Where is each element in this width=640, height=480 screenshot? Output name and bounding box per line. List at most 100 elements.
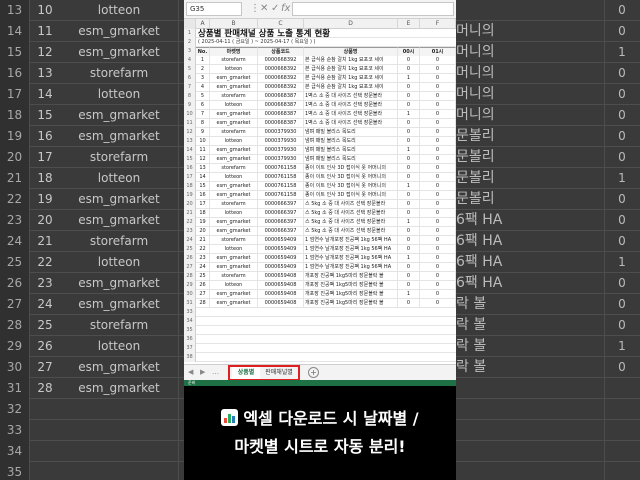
cell-product-code[interactable]: 0000666397 [258, 209, 304, 218]
cell-hour-01[interactable]: 0 [420, 254, 456, 263]
cell-product-name[interactable]: 1벽스 소 중 대 사이즈 선택 장문볼라 [304, 101, 398, 110]
cell-no[interactable]: 6 [196, 101, 210, 110]
cell-product-code[interactable]: 0000761158 [258, 191, 304, 200]
cell-product-name[interactable]: 1 엄연수 날개포장 진공팩 1kg 56팩 HA [304, 263, 398, 272]
cell-no[interactable]: 8 [196, 119, 210, 128]
cell-product-name[interactable]: 스 5kg 소 중 대 사이즈 선택 장문볼라 [304, 218, 398, 227]
cell-hour-01[interactable]: 0 [420, 128, 456, 137]
cell-no[interactable]: 26 [196, 281, 210, 290]
cell-hour-00[interactable]: 1 [398, 146, 420, 155]
cell-no[interactable]: 13 [196, 164, 210, 173]
cell-hour-00[interactable]: 0 [398, 155, 420, 164]
cell-no[interactable]: 1 [196, 56, 210, 65]
cell-market[interactable]: storefarm [210, 164, 258, 173]
cell-hour-01[interactable]: 0 [420, 146, 456, 155]
cell-product-code[interactable]: 0000666397 [258, 218, 304, 227]
cell-no[interactable]: 16 [196, 191, 210, 200]
cell-hour-01[interactable]: 0 [420, 281, 456, 290]
cell-product-code[interactable]: 0000666397 [258, 200, 304, 209]
cell-no[interactable]: 11 [196, 146, 210, 155]
cell-product-name[interactable]: 개포장 진공팩 1kg5마리 장문볼락 볼 [304, 299, 398, 308]
cell-no[interactable]: 24 [196, 263, 210, 272]
cell-product-code[interactable]: 0000668392 [258, 83, 304, 92]
cell-product-code[interactable]: 0000379930 [258, 128, 304, 137]
cell-product-name[interactable]: 1 엄연수 날개포장 진공팩 1kg 56팩 HA [304, 254, 398, 263]
cell-product-code[interactable]: 0000659408 [258, 272, 304, 281]
cell-hour-00[interactable]: 0 [398, 236, 420, 245]
cell-hour-00[interactable]: 0 [398, 101, 420, 110]
cell-hour-00[interactable]: 0 [398, 128, 420, 137]
cell-product-name[interactable]: 본 급식용 순참 갈치 1kg 묘포코 세이 [304, 74, 398, 83]
cell-hour-00[interactable]: 0 [398, 209, 420, 218]
cell-product-code[interactable]: 0000761158 [258, 182, 304, 191]
cell-market[interactable]: esm_gmarket [210, 155, 258, 164]
cell-hour-00[interactable]: 0 [398, 92, 420, 101]
cell-market[interactable]: storefarm [210, 200, 258, 209]
cell-no[interactable]: 20 [196, 227, 210, 236]
cell-market[interactable]: lotteon [210, 101, 258, 110]
cell-hour-00[interactable]: 1 [398, 290, 420, 299]
cell-no[interactable]: 21 [196, 236, 210, 245]
cell-no[interactable]: 4 [196, 83, 210, 92]
column-header[interactable]: A [196, 19, 210, 29]
cell-hour-00[interactable]: 0 [398, 245, 420, 254]
cell-product-code[interactable]: 0000666397 [258, 227, 304, 236]
cell-hour-01[interactable]: 0 [420, 119, 456, 128]
cell-product-name[interactable]: 1벽스 소 중 대 사이즈 선택 장문볼라 [304, 119, 398, 128]
cell-product-code[interactable]: 0000659409 [258, 245, 304, 254]
cell-product-code[interactable]: 0000668392 [258, 56, 304, 65]
cell-hour-00[interactable]: 0 [398, 164, 420, 173]
cell-product-code[interactable]: 0000659408 [258, 290, 304, 299]
cell-product-name[interactable]: 개포장 진공팩 1kg5마리 장문볼락 볼 [304, 281, 398, 290]
column-header[interactable]: B [210, 19, 258, 29]
cell-no[interactable]: 15 [196, 182, 210, 191]
cell-market[interactable]: storefarm [210, 236, 258, 245]
cell-product-name[interactable]: 냄며 패밀 볼리스 목도리 [304, 128, 398, 137]
cell-no[interactable]: 2 [196, 65, 210, 74]
cell-product-name[interactable]: 1벽스 소 중 대 사이즈 선택 장문볼라 [304, 110, 398, 119]
cell-no[interactable]: 9 [196, 128, 210, 137]
cell-no[interactable]: 28 [196, 299, 210, 308]
cell-product-name[interactable]: 냄며 패밀 볼리스 목도리 [304, 155, 398, 164]
cell-market[interactable]: esm_gmarket [210, 146, 258, 155]
cell-market[interactable]: esm_gmarket [210, 254, 258, 263]
prev-sheet-icon[interactable]: ◀ [188, 368, 193, 377]
cell-hour-01[interactable]: 0 [420, 83, 456, 92]
cell-market[interactable]: lotteon [210, 137, 258, 146]
cell-market[interactable]: lotteon [210, 65, 258, 74]
cell-market[interactable]: esm_gmarket [210, 290, 258, 299]
cell-product-code[interactable]: 0000761158 [258, 173, 304, 182]
cell-product-name[interactable]: 스 5kg 소 중 대 사이즈 선택 장문볼라 [304, 200, 398, 209]
cell-no[interactable]: 19 [196, 218, 210, 227]
cell-no[interactable]: 18 [196, 209, 210, 218]
cell-no[interactable]: 12 [196, 155, 210, 164]
cell-product-code[interactable]: 0000668387 [258, 101, 304, 110]
column-header[interactable]: D [304, 19, 398, 29]
cell-hour-01[interactable]: 0 [420, 263, 456, 272]
cell-no[interactable]: 23 [196, 254, 210, 263]
cell-product-code[interactable]: 0000659408 [258, 299, 304, 308]
cell-no[interactable]: 3 [196, 74, 210, 83]
cell-hour-00[interactable]: 1 [398, 110, 420, 119]
add-sheet-button[interactable]: + [308, 367, 319, 378]
cell-product-code[interactable]: 0000668387 [258, 110, 304, 119]
cell-hour-00[interactable]: 1 [398, 254, 420, 263]
cell-hour-00[interactable]: 0 [398, 137, 420, 146]
cell-hour-01[interactable]: 0 [420, 227, 456, 236]
cell-hour-01[interactable]: 0 [420, 155, 456, 164]
cell-hour-00[interactable]: 0 [398, 200, 420, 209]
cell-market[interactable]: lotteon [210, 281, 258, 290]
cell-hour-00[interactable]: 0 [398, 56, 420, 65]
empty-row[interactable]: 33 [184, 308, 456, 317]
cell-market[interactable]: esm_gmarket [210, 218, 258, 227]
cell-product-name[interactable]: 스 5kg 소 중 대 사이즈 선택 장문볼라 [304, 227, 398, 236]
cell-product-code[interactable]: 0000668392 [258, 74, 304, 83]
cell-market[interactable]: storefarm [210, 56, 258, 65]
cell-product-code[interactable]: 0000379930 [258, 155, 304, 164]
empty-row[interactable]: 37 [184, 344, 456, 353]
cell-product-name[interactable]: 개포장 진공팩 1kg5마리 장문볼락 볼 [304, 290, 398, 299]
cell-hour-00[interactable]: 0 [398, 191, 420, 200]
cell-product-name[interactable]: 종이 이트 인사 3D 접이식 옷 어머니의 [304, 164, 398, 173]
cell-hour-01[interactable]: 0 [420, 245, 456, 254]
formula-input[interactable] [292, 2, 454, 16]
